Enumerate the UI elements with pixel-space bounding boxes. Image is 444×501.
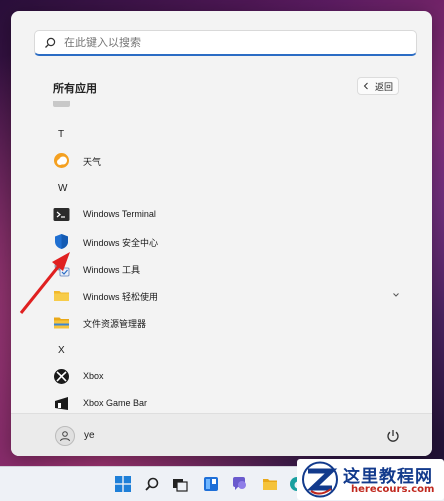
file-explorer-icon	[54, 317, 69, 329]
chat-icon[interactable]	[230, 474, 250, 494]
app-label: Xbox	[83, 371, 104, 381]
app-windows-tools[interactable]: Windows 工具	[11, 255, 432, 282]
app-label: Windows 安全中心	[83, 238, 159, 248]
back-button[interactable]: 返回	[357, 77, 399, 95]
power-icon[interactable]	[385, 428, 401, 444]
search-icon	[44, 37, 64, 49]
tools-icon	[54, 261, 70, 277]
letter-header-w[interactable]: W	[11, 176, 432, 203]
app-label: 天气	[83, 157, 102, 167]
xbox-icon	[54, 369, 69, 384]
app-label: Windows 轻松使用	[83, 292, 159, 302]
watermark: 这里教程网 herecours.com	[297, 459, 444, 500]
letter-label: T	[58, 129, 65, 140]
chevron-down-icon	[393, 293, 399, 297]
app-label: Windows Terminal	[83, 209, 156, 219]
back-label: 返回	[374, 81, 393, 92]
watermark-url: herecours.com	[351, 484, 435, 495]
xbox-game-bar-icon	[55, 397, 68, 410]
task-view-icon[interactable]	[170, 474, 190, 494]
letter-label: X	[58, 345, 65, 356]
terminal-icon	[53, 208, 70, 221]
shield-icon	[55, 234, 68, 249]
user-name[interactable]: ye	[84, 430, 95, 441]
app-xbox[interactable]: Xbox	[11, 363, 432, 390]
letter-header-t[interactable]: T	[11, 122, 432, 149]
app-list[interactable]: ▬▬▬ ▬▬ T 天气 W Windows Terminal	[11, 101, 432, 413]
folder-ease-of-access[interactable]: Windows 轻松使用	[11, 282, 432, 309]
list-item-partial: ▬▬▬ ▬▬	[11, 101, 432, 112]
weather-icon	[54, 153, 69, 168]
windows-start-icon[interactable]	[113, 474, 133, 494]
user-icon	[60, 431, 70, 442]
start-footer: ye	[11, 413, 432, 456]
search-input[interactable]	[64, 36, 364, 49]
app-label: Xbox Game Bar	[83, 398, 148, 408]
file-explorer-icon[interactable]	[260, 474, 280, 494]
app-label: Windows 工具	[83, 265, 141, 275]
search-icon[interactable]	[142, 474, 162, 494]
start-menu: 所有应用 返回 ▬▬▬ ▬▬ T 天气 W	[11, 11, 432, 456]
app-file-explorer[interactable]: 文件资源管理器	[11, 309, 432, 336]
all-apps-title: 所有应用	[53, 83, 97, 95]
widgets-icon[interactable]	[201, 474, 221, 494]
chevron-left-icon	[363, 82, 368, 90]
letter-header-x[interactable]: X	[11, 338, 432, 365]
search-box[interactable]	[34, 30, 417, 56]
avatar[interactable]	[55, 426, 75, 446]
folder-icon	[54, 291, 69, 301]
letter-label: W	[58, 183, 68, 194]
app-weather[interactable]: 天气	[11, 147, 432, 174]
app-windows-security[interactable]: Windows 安全中心	[11, 228, 432, 255]
watermark-logo	[302, 461, 338, 498]
app-xbox-game-bar[interactable]: Xbox Game Bar	[11, 390, 432, 413]
app-label: 文件资源管理器	[83, 319, 147, 329]
app-windows-terminal[interactable]: Windows Terminal	[11, 201, 432, 228]
